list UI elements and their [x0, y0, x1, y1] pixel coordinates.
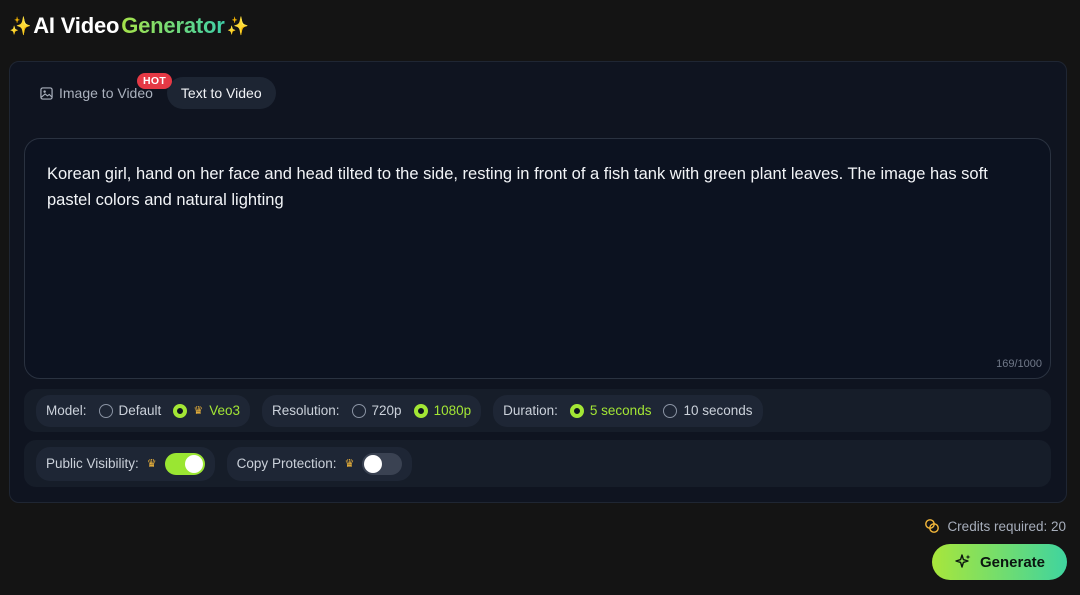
settings-row-secondary: Public Visibility: ♛ Copy Protection: ♛	[24, 440, 1051, 487]
title-part-ai-video: AI Video	[33, 13, 120, 38]
model-option-default[interactable]: Default	[98, 403, 162, 418]
public-visibility-group: Public Visibility: ♛	[36, 446, 215, 481]
credits-text: Credits required: 20	[947, 518, 1066, 534]
sparkle-icon	[955, 554, 971, 568]
public-visibility-toggle[interactable]	[164, 452, 205, 475]
hot-badge: HOT	[137, 73, 173, 89]
model-option-veo3[interactable]: ♛ Veo3	[173, 403, 240, 418]
settings-row-primary: Model: Default ♛ Veo3 Resolution: 720p 1…	[24, 389, 1051, 432]
model-label: Model:	[46, 403, 87, 418]
toggle-knob	[184, 454, 203, 473]
radio-selected-icon	[569, 403, 584, 418]
option-label: Default	[118, 403, 162, 418]
radio-selected-icon	[173, 403, 188, 418]
toggle-knob	[364, 454, 383, 473]
duration-option-10s[interactable]: 10 seconds	[663, 403, 753, 418]
image-icon	[40, 86, 53, 100]
public-visibility-label: Public Visibility:	[46, 456, 139, 471]
sparkle-icon: ✨	[226, 15, 249, 36]
title-part-generator: Generator	[121, 13, 225, 38]
option-label: 1080p	[433, 403, 472, 418]
tab-label: Text to Video	[180, 85, 262, 101]
radio-icon	[663, 403, 678, 418]
duration-group: Duration: 5 seconds 10 seconds	[493, 394, 763, 427]
resolution-option-720p[interactable]: 720p	[351, 403, 402, 418]
resolution-group: Resolution: 720p 1080p	[261, 394, 482, 427]
credits-info: Credits required: 20	[924, 518, 1066, 534]
sparkle-icon: ✨	[9, 15, 32, 36]
crown-icon: ♛	[344, 458, 355, 470]
crown-icon: ♛	[193, 405, 204, 417]
copy-protection-label: Copy Protection:	[236, 456, 337, 471]
tab-text-to-video[interactable]: Text to Video	[166, 77, 276, 109]
option-label: Veo3	[209, 403, 240, 418]
duration-label: Duration:	[503, 403, 558, 418]
option-label: 10 seconds	[683, 403, 753, 418]
prompt-text: Korean girl, hand on her face and head t…	[47, 165, 988, 209]
coins-icon	[925, 519, 940, 533]
resolution-option-1080p[interactable]: 1080p	[413, 403, 472, 418]
resolution-label: Resolution:	[271, 403, 340, 418]
generate-label: Generate	[979, 553, 1046, 571]
copy-protection-toggle[interactable]	[362, 452, 403, 475]
option-label: 720p	[371, 403, 402, 418]
character-counter: 169/1000	[996, 358, 1042, 370]
radio-icon	[351, 403, 366, 418]
tab-label: Image to Video	[59, 85, 153, 101]
option-label: 5 seconds	[589, 403, 652, 418]
prompt-textarea[interactable]: Korean girl, hand on her face and head t…	[24, 138, 1051, 379]
radio-selected-icon	[413, 403, 428, 418]
radio-icon	[98, 403, 113, 418]
app-title: ✨ AI Video Generator ✨	[9, 13, 249, 39]
model-group: Model: Default ♛ Veo3	[36, 394, 250, 427]
generate-button[interactable]: Generate	[932, 544, 1067, 580]
copy-protection-group: Copy Protection: ♛	[226, 446, 413, 481]
duration-option-5s[interactable]: 5 seconds	[569, 403, 652, 418]
crown-icon: ♛	[146, 458, 157, 470]
